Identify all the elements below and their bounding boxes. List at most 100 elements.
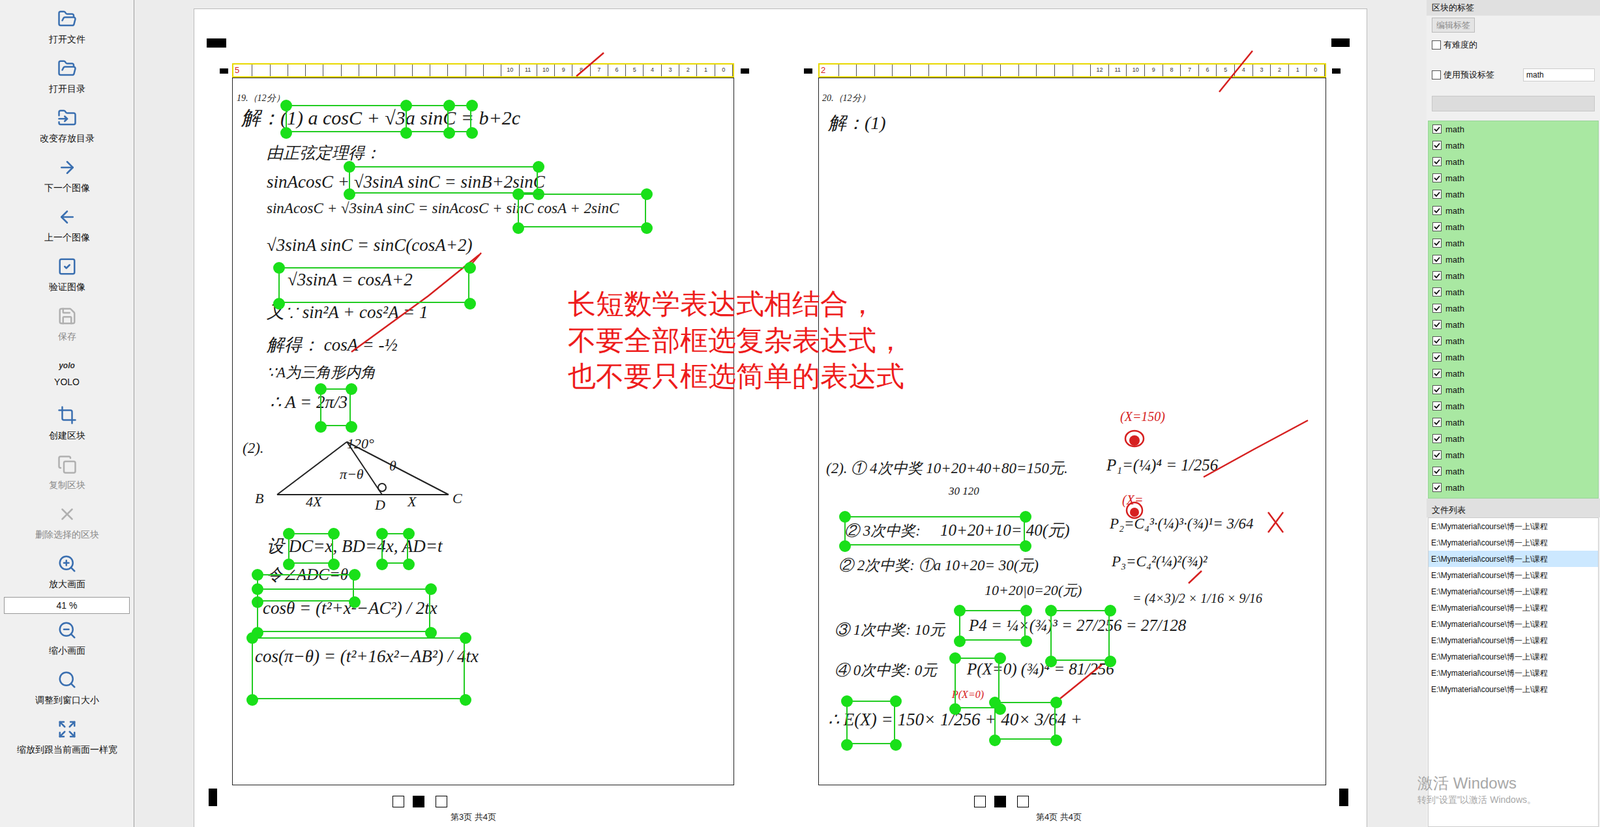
box-handle[interactable] [400,127,413,139]
annotation-box[interactable] [256,588,431,633]
box-handle[interactable] [314,421,327,433]
label-item[interactable]: math [1428,463,1599,480]
box-handle[interactable] [512,188,525,201]
checkbox[interactable] [1432,385,1442,395]
box-handle[interactable] [246,632,259,645]
box-handle[interactable] [532,161,545,173]
label-item[interactable]: math [1428,479,1599,497]
box-handle[interactable] [839,540,851,553]
box-handle[interactable] [1019,511,1032,523]
file-item[interactable]: E:\Mymaterial\course\博一上\课程 [1428,681,1599,698]
box-handle[interactable] [443,99,456,112]
toolbar-button[interactable]: 改变存放目录 [0,101,134,152]
box-handle[interactable] [512,222,525,235]
checkbox[interactable] [1432,157,1442,167]
label-item[interactable]: math [1428,186,1599,203]
box-handle[interactable] [989,696,1001,709]
box-handle[interactable] [949,652,962,665]
label-item[interactable]: math [1428,398,1599,415]
label-item[interactable]: math [1428,414,1599,431]
toolbar-button[interactable]: 调整到窗口大小 [0,663,134,714]
checkbox[interactable] [1432,417,1442,428]
label-item[interactable]: math [1428,382,1599,399]
label-item[interactable]: math [1428,333,1599,350]
toolbar-button[interactable]: 打开目录 [0,52,134,102]
file-item[interactable]: E:\Mymaterial\course\博一上\课程 [1428,567,1599,584]
file-item[interactable]: E:\Mymaterial\course\博一上\课程 [1428,665,1599,682]
file-item[interactable]: E:\Mymaterial\course\博一上\课程 [1428,550,1599,568]
toolbar-button[interactable]: 复制区块 [0,448,134,499]
box-handle[interactable] [949,703,962,716]
checkbox[interactable] [1432,401,1442,411]
toolbar-button[interactable]: 删除选择的区块 [0,498,134,548]
box-handle[interactable] [343,188,356,201]
annotation-box[interactable] [994,702,1056,741]
box-handle[interactable] [1104,655,1117,668]
annotation-box[interactable] [288,533,334,564]
checkbox[interactable] [1432,271,1442,281]
box-handle[interactable] [343,161,356,173]
box-handle[interactable] [280,127,293,139]
label-item[interactable]: math [1428,202,1599,220]
box-handle[interactable] [443,127,456,139]
box-handle[interactable] [376,558,388,571]
box-handle[interactable] [464,297,476,310]
box-handle[interactable] [1104,605,1117,617]
box-handle[interactable] [348,596,361,609]
label-item[interactable]: math [1428,284,1599,301]
checkbox[interactable] [1432,124,1442,134]
toolbar-button[interactable]: 缩放到跟当前画面一样宽 [0,713,134,763]
annotation-box[interactable] [348,166,538,194]
checkbox[interactable] [1432,222,1442,232]
checkbox[interactable] [1431,70,1441,80]
annotation-box[interactable] [320,388,351,427]
box-handle[interactable] [841,695,853,708]
checkbox[interactable] [1432,466,1442,476]
file-item[interactable]: E:\Mymaterial\course\博一上\课程 [1428,632,1599,649]
annotation-box[interactable] [251,637,465,700]
toolbar-button[interactable]: 创建区块 [0,399,134,449]
box-handle[interactable] [425,583,437,596]
label-item[interactable]: math [1428,251,1599,268]
image-canvas[interactable]: 5101110987654321019.（12分）解：(1) a cosC + … [134,0,1427,827]
checkbox[interactable] [1432,320,1442,330]
label-item[interactable]: math [1428,170,1599,187]
checkbox[interactable] [1432,254,1442,265]
annotation-box[interactable] [846,700,896,745]
box-handle[interactable] [1019,540,1032,553]
checkbox[interactable] [1431,40,1441,50]
box-handle[interactable] [345,421,358,433]
label-item[interactable]: math [1428,121,1599,138]
box-handle[interactable] [1045,605,1057,617]
checkbox[interactable] [1432,352,1442,362]
annotation-box[interactable] [285,104,472,133]
box-handle[interactable] [376,528,388,540]
label-item[interactable]: math [1428,153,1599,171]
checkbox[interactable] [1432,303,1442,313]
box-handle[interactable] [466,127,478,139]
label-item[interactable]: math [1428,267,1599,285]
box-handle[interactable] [889,695,902,708]
box-handle[interactable] [280,99,293,112]
box-handle[interactable] [640,222,653,235]
checkbox[interactable] [1432,189,1442,199]
box-handle[interactable] [327,558,340,571]
checkbox[interactable] [1432,434,1442,444]
label-item[interactable]: math [1428,316,1599,334]
box-handle[interactable] [1050,734,1063,747]
file-item[interactable]: E:\Mymaterial\course\博一上\课程 [1428,599,1599,617]
annotation-box[interactable] [844,516,1025,546]
toolbar-button[interactable]: 放大画面 [0,547,134,598]
file-item[interactable]: E:\Mymaterial\course\博一上\课程 [1428,648,1599,666]
box-handle[interactable] [464,262,476,274]
annotation-box[interactable] [405,104,449,133]
file-item[interactable]: E:\Mymaterial\course\博一上\课程 [1428,518,1599,535]
label-item[interactable]: math [1428,235,1599,252]
toolbar-button[interactable]: 下一个图像 [0,151,134,201]
checkbox[interactable] [1432,140,1442,150]
label-item[interactable]: math [1428,300,1599,317]
checkbox[interactable] [1432,336,1442,346]
box-handle[interactable] [402,528,415,540]
box-handle[interactable] [282,528,295,540]
box-handle[interactable] [327,528,340,540]
